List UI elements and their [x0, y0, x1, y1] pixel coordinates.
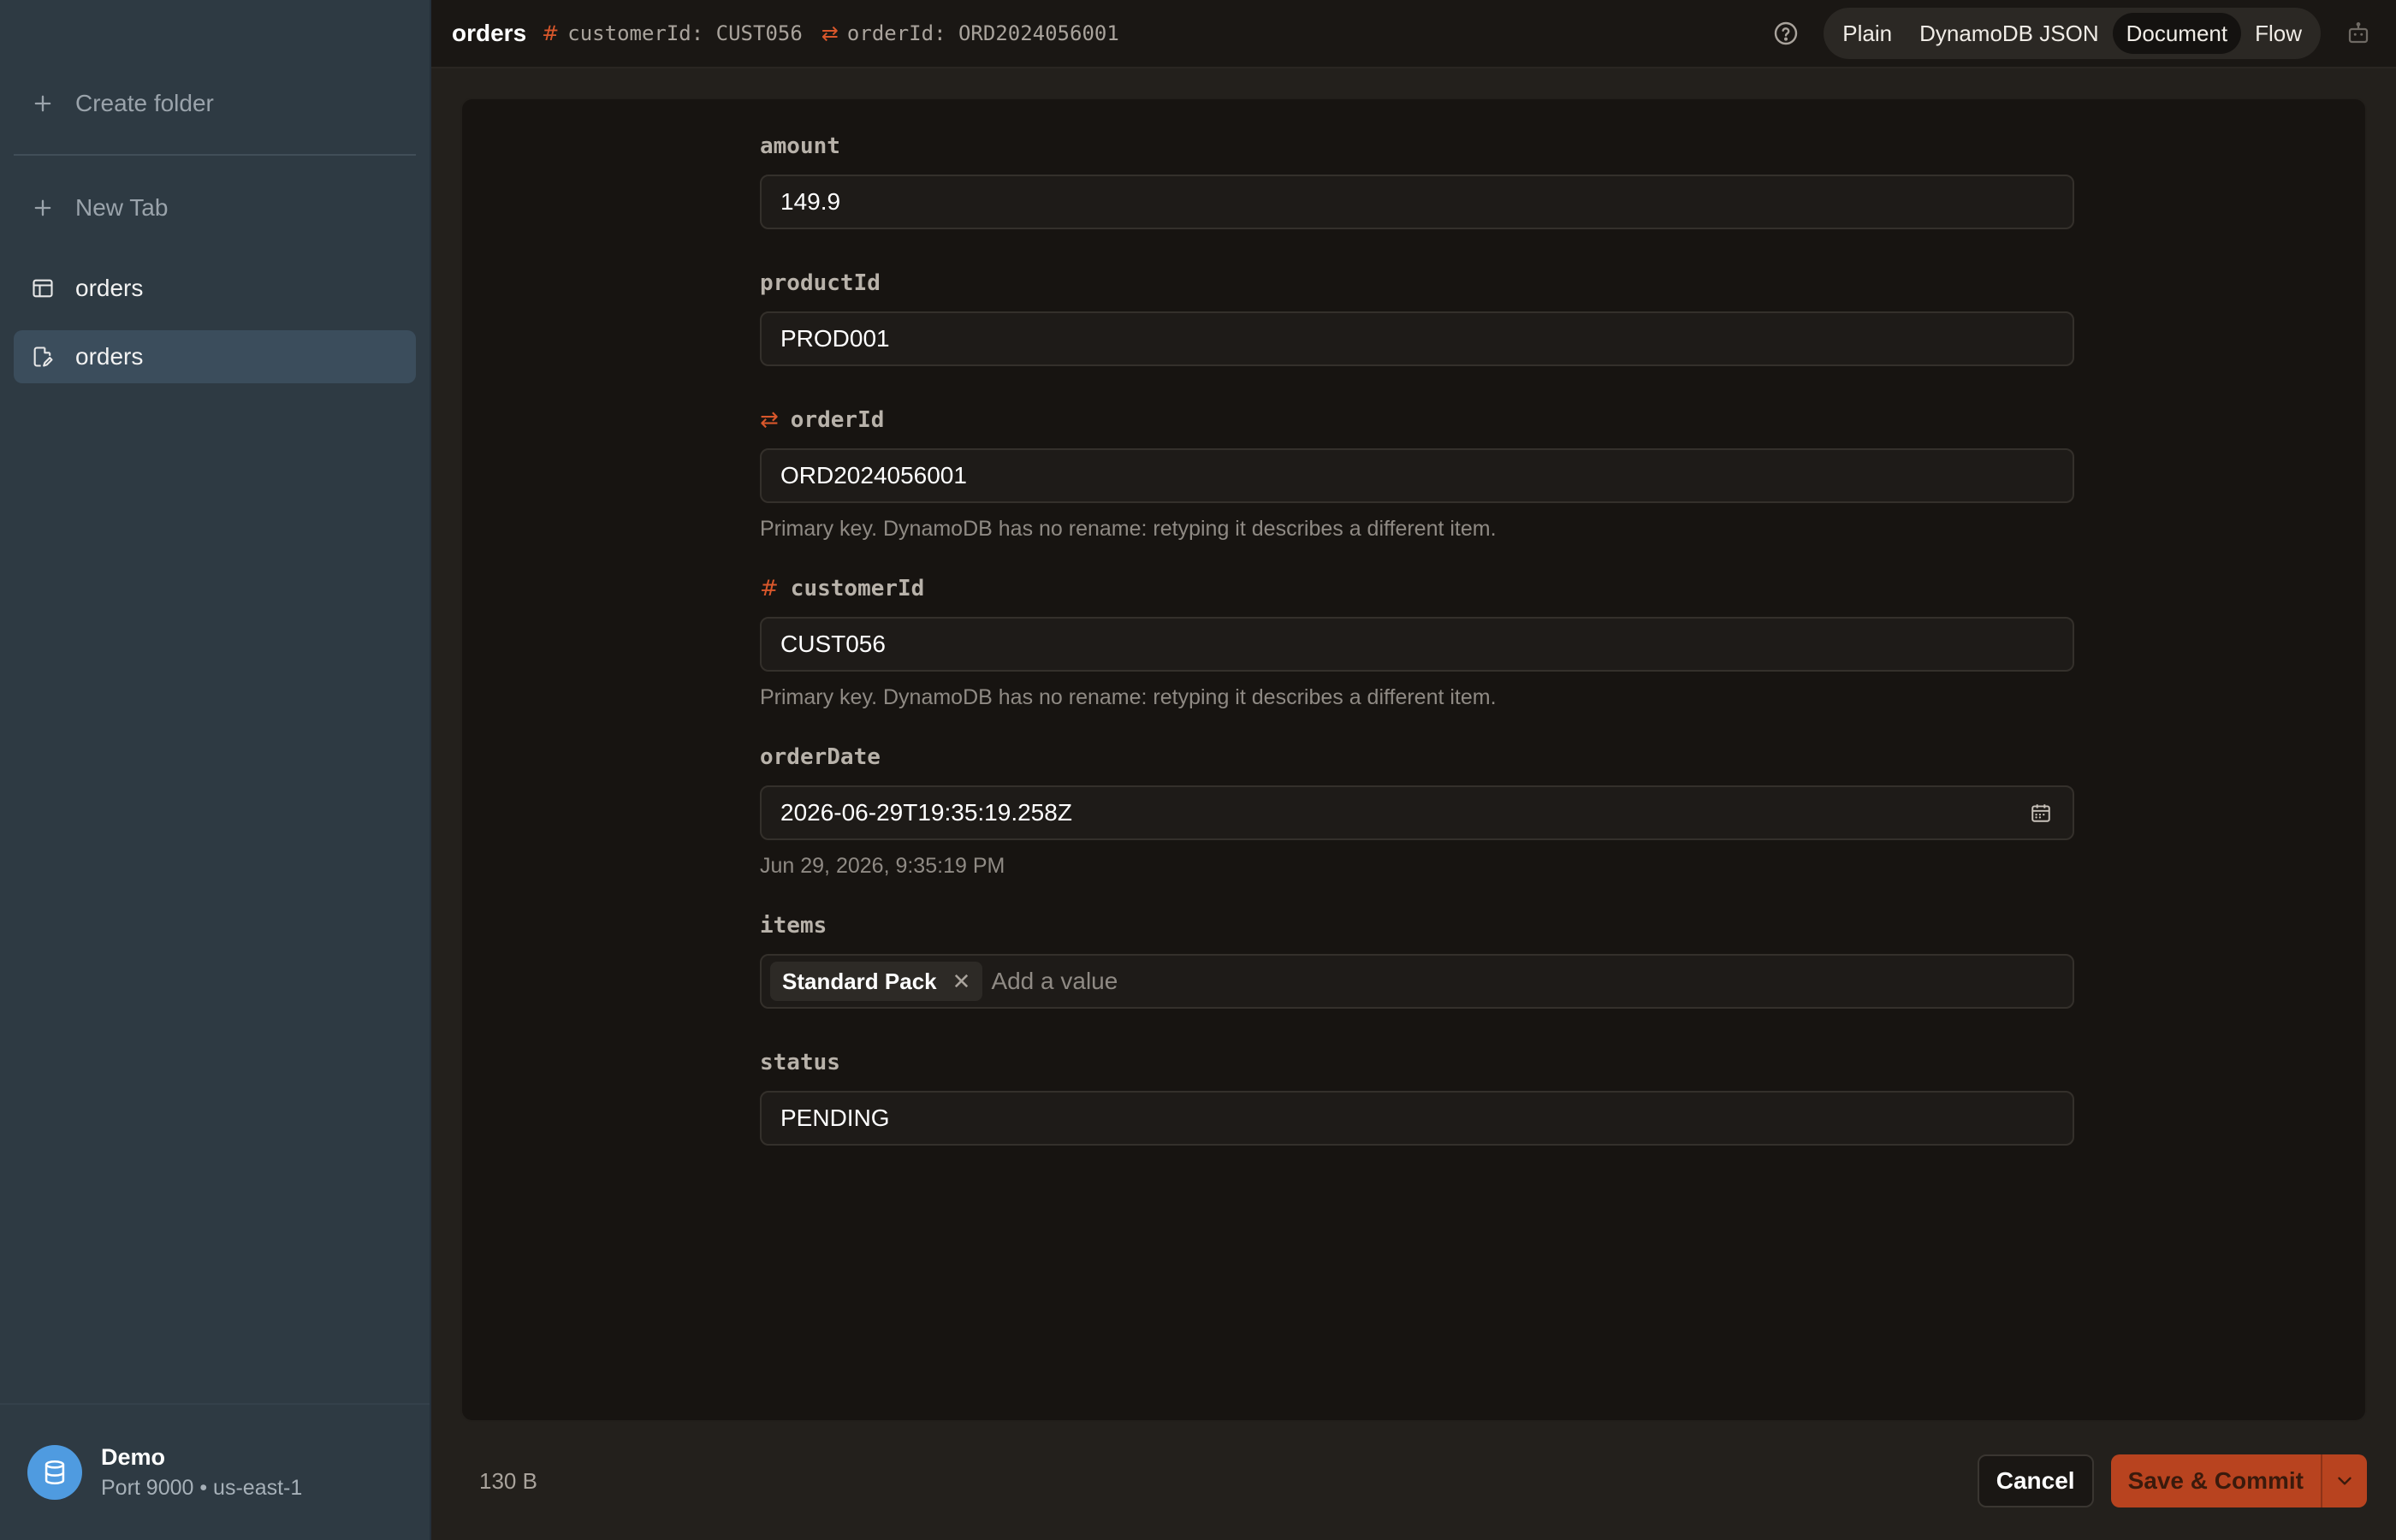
connection-name: Demo — [101, 1444, 166, 1470]
field-label: amount — [760, 133, 840, 159]
field-product-id: productId PROD001 — [760, 269, 2076, 366]
new-tab-button[interactable]: New Tab — [14, 181, 416, 234]
field-hint: Primary key. DynamoDB has no rename: ret… — [760, 517, 1497, 541]
top-bar: orders # customerId: CUST056 ⇄ orderId: … — [431, 0, 2396, 68]
main-area: orders # customerId: CUST056 ⇄ orderId: … — [431, 0, 2396, 1540]
status-input[interactable]: PENDING — [760, 1091, 2074, 1146]
view-mode-flow[interactable]: Flow — [2241, 13, 2316, 54]
field-label: orderDate — [760, 744, 881, 770]
sidebar-divider — [14, 154, 416, 156]
table-icon — [29, 275, 56, 302]
field-label: productId — [760, 270, 881, 296]
order-id-input[interactable]: ORD2024056001 — [760, 448, 2074, 503]
date-preview: Jun 29, 2026, 9:35:19 PM — [760, 854, 1005, 878]
sort-key-badge: ⇄ orderId: ORD2024056001 — [821, 21, 1119, 45]
input-value: ORD2024056001 — [780, 462, 967, 489]
partition-key-badge: # customerId: CUST056 — [542, 21, 803, 45]
field-hint: Primary key. DynamoDB has no rename: ret… — [760, 685, 1497, 709]
amount-input[interactable]: 149.9 — [760, 175, 2074, 229]
chip-label: Standard Pack — [782, 968, 937, 994]
items-tag-input[interactable]: Standard Pack ✕ Add a value — [760, 954, 2074, 1009]
robot-icon[interactable] — [2341, 16, 2375, 50]
save-commit-button-group: Save & Commit — [2110, 1454, 2367, 1507]
document-editor-panel: amount 149.9 productId PROD001 ⇄ orderId… — [460, 98, 2367, 1422]
close-icon[interactable]: ✕ — [952, 968, 971, 995]
item-form: amount 149.9 productId PROD001 ⇄ orderId… — [760, 132, 2076, 1185]
field-status: status PENDING — [760, 1048, 2076, 1146]
hash-icon: # — [542, 21, 560, 45]
field-items: items Standard Pack ✕ Add a value — [760, 911, 2076, 1009]
input-value: 2026-06-29T19:35:19.258Z — [780, 799, 1072, 826]
input-value: 149.9 — [780, 188, 841, 215]
field-label-text: orderId — [790, 407, 885, 433]
view-mode-document[interactable]: Document — [2112, 13, 2242, 54]
connection-info[interactable]: Demo Port 9000 • us-east-1 — [0, 1403, 430, 1540]
create-folder-button[interactable]: Create folder — [14, 77, 416, 130]
swap-icon: ⇄ — [760, 407, 779, 433]
sort-key-text: orderId: ORD2024056001 — [846, 21, 1119, 45]
field-label: # customerId — [760, 574, 2076, 603]
database-icon — [27, 1445, 82, 1500]
sidebar: Create folder New Tab orders orders Demo… — [0, 0, 431, 1540]
input-value: PENDING — [780, 1105, 890, 1131]
calendar-icon[interactable] — [2028, 800, 2054, 826]
new-tab-label: New Tab — [75, 194, 169, 221]
field-label-text: customerId — [790, 576, 925, 601]
hash-icon: # — [760, 576, 779, 601]
editor-footer: 130 B Cancel Save & Commit — [431, 1422, 2396, 1540]
item-size: 130 B — [479, 1467, 537, 1494]
view-mode-plain[interactable]: Plain — [1829, 13, 1906, 54]
field-customer-id: # customerId CUST056 Primary key. Dynamo… — [760, 574, 2076, 710]
connection-details: Port 9000 • us-east-1 — [101, 1476, 303, 1500]
cancel-button[interactable]: Cancel — [1977, 1454, 2094, 1507]
create-folder-label: Create folder — [75, 90, 214, 116]
product-id-input[interactable]: PROD001 — [760, 311, 2074, 366]
field-label: status — [760, 1050, 840, 1075]
sidebar-item-orders-table[interactable]: orders — [14, 262, 416, 315]
field-label: ⇄ orderId — [760, 406, 2076, 435]
plus-icon — [29, 90, 56, 117]
plus-icon — [29, 194, 56, 222]
save-commit-button[interactable]: Save & Commit — [2111, 1454, 2321, 1507]
help-icon[interactable] — [1769, 16, 1803, 50]
table-title: orders — [452, 20, 527, 46]
sidebar-item-orders-document[interactable]: orders — [14, 330, 416, 383]
partition-key-text: customerId: CUST056 — [567, 21, 803, 45]
chevron-down-icon[interactable] — [2321, 1454, 2367, 1507]
order-date-input[interactable]: 2026-06-29T19:35:19.258Z — [760, 785, 2074, 840]
view-mode-switcher: Plain DynamoDB JSON Document Flow — [1824, 8, 2321, 59]
field-order-date: orderDate 2026-06-29T19:35:19.258Z Jun 2… — [760, 743, 2076, 879]
document-edit-icon — [29, 343, 56, 370]
sidebar-item-label: orders — [75, 343, 144, 370]
input-value: PROD001 — [780, 325, 890, 352]
swap-icon: ⇄ — [821, 21, 839, 45]
view-mode-dynamodb-json[interactable]: DynamoDB JSON — [1906, 13, 2113, 54]
add-value-placeholder[interactable]: Add a value — [991, 968, 1118, 995]
field-order-id: ⇄ orderId ORD2024056001 Primary key. Dyn… — [760, 406, 2076, 542]
input-value: CUST056 — [780, 631, 886, 657]
field-label: items — [760, 913, 827, 939]
app-window: Create folder New Tab orders orders Demo… — [0, 0, 2396, 1540]
field-amount: amount 149.9 — [760, 132, 2076, 229]
customer-id-input[interactable]: CUST056 — [760, 617, 2074, 672]
value-chip: Standard Pack ✕ — [770, 962, 983, 1001]
sidebar-item-label: orders — [75, 275, 144, 301]
